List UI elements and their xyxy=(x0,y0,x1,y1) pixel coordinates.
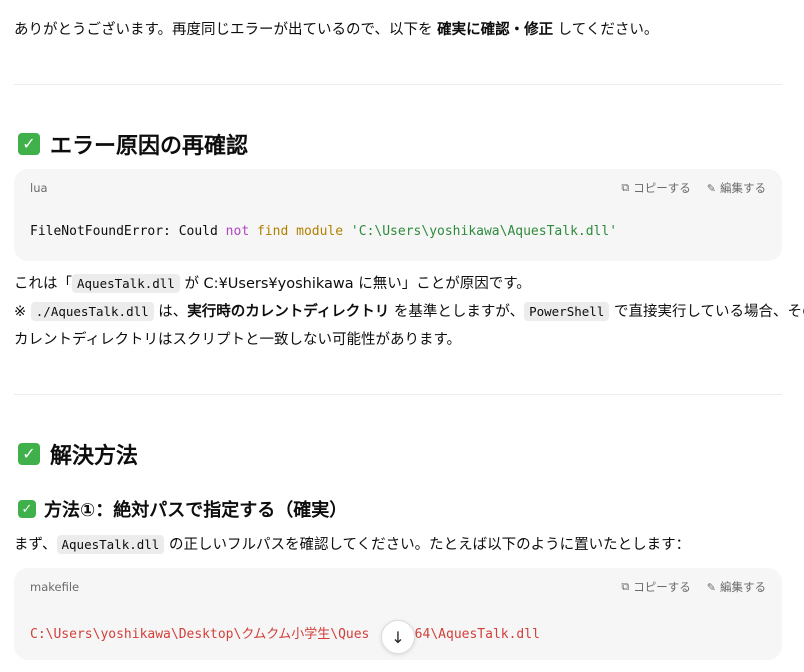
text: で直接実行している場合、その xyxy=(609,304,804,320)
copy-label: コピーする xyxy=(633,181,691,195)
code-token-function: module xyxy=(296,224,344,239)
check-box-icon: ✓ xyxy=(18,443,40,465)
bold-text: 実行時のカレントディレクトリ xyxy=(187,304,390,320)
copy-button[interactable]: ⧉ コピーする xyxy=(621,180,690,196)
arrow-down-icon: ↓ xyxy=(391,627,405,647)
intro-post: してください。 xyxy=(553,22,659,38)
code-language-label: makefile xyxy=(30,580,80,594)
copy-icon: ⧉ xyxy=(621,580,630,593)
text: これは「 xyxy=(14,276,72,292)
text: まず、 xyxy=(14,537,57,553)
intro-text: ありがとうございます。再度同じエラーが出ているので、以下を 確実に確認・修正 し… xyxy=(14,16,658,44)
code-language-label: lua xyxy=(30,181,48,195)
divider xyxy=(14,84,782,85)
copy-icon: ⧉ xyxy=(621,181,630,194)
text: は、 xyxy=(153,304,188,320)
divider xyxy=(14,394,782,395)
code-token-keyword: not xyxy=(225,224,250,239)
edit-label: 編集する xyxy=(720,181,766,195)
inline-code: AquesTalk.dll xyxy=(72,274,180,293)
text: ※ xyxy=(14,304,31,320)
code-block-error: lua ⧉ コピーする ✎ 編集する FileNotFoundError: Co… xyxy=(14,169,782,261)
copy-button[interactable]: ⧉ コピーする xyxy=(621,579,690,595)
section-heading-text: 解決方法 xyxy=(50,444,139,469)
intro-pre: ありがとうございます。再度同じエラーが出ているので、以下を xyxy=(14,22,438,38)
scroll-to-bottom-button[interactable]: ↓ xyxy=(381,620,415,654)
inline-code: ./AquesTalk.dll xyxy=(30,302,154,321)
inline-code: PowerShell xyxy=(524,302,610,321)
intro-bold: 確実に確認・修正 xyxy=(437,22,554,38)
section-heading-solution: ✓ 解決方法 xyxy=(18,438,138,470)
code-line[interactable]: FileNotFoundError: Could not find module… xyxy=(30,224,617,239)
check-box-icon: ✓ xyxy=(18,133,40,155)
code-token-string: 'C:\Users\yoshikawa\AquesTalk.dll' xyxy=(350,224,618,239)
code-token: FileNotFoundError: Could xyxy=(30,224,226,239)
code-token-path: C:\Users\yoshikawa\Desktop\クムクム小学生\Ques xyxy=(30,627,370,642)
pencil-icon: ✎ xyxy=(706,181,716,195)
section-heading-error-cause: ✓ エラー原因の再確認 xyxy=(18,128,248,160)
subheading-method-1: ✓ 方法①：絶対パスで指定する（確実） xyxy=(18,496,347,522)
text: の正しいフルパスを確認してください。たとえば以下のように置いたとします： xyxy=(164,537,691,553)
check-box-icon: ✓ xyxy=(18,500,36,518)
text: が C:¥Users¥yoshikawa に無い」ことが原因です。 xyxy=(179,276,531,292)
paragraph-note: ※ ./AquesTalk.dll は、実行時のカレントディレクトリ を基準とし… xyxy=(14,298,804,326)
code-actions: ⧉ コピーする ✎ 編集する xyxy=(621,579,766,595)
text: を基準としますが、 xyxy=(389,304,525,320)
subheading-text: 方法①：絶対パスで指定する（確実） xyxy=(44,500,348,521)
inline-code: AquesTalk.dll xyxy=(56,535,165,554)
edit-button[interactable]: ✎ 編集する xyxy=(707,579,766,595)
pencil-icon: ✎ xyxy=(706,580,716,594)
edit-button[interactable]: ✎ 編集する xyxy=(707,180,766,196)
paragraph-fullpath: まず、 AquesTalk.dll の正しいフルパスを確認してください。たとえば以… xyxy=(14,531,690,559)
edit-label: 編集する xyxy=(720,580,766,594)
section-heading-text: エラー原因の再確認 xyxy=(50,134,249,159)
copy-label: コピーする xyxy=(633,580,691,594)
code-actions: ⧉ コピーする ✎ 編集する xyxy=(621,180,766,196)
paragraph-note-cont: カレントディレクトリはスクリプトと一致しない可能性があります。 xyxy=(14,332,462,348)
code-line[interactable]: C:\Users\yoshikawa\Desktop\クムクム小学生\Ques \… xyxy=(30,623,540,642)
paragraph-cause: これは「 AquesTalk.dll が C:¥Users¥yoshikawa に… xyxy=(14,270,531,298)
code-token-function: find xyxy=(256,224,289,239)
